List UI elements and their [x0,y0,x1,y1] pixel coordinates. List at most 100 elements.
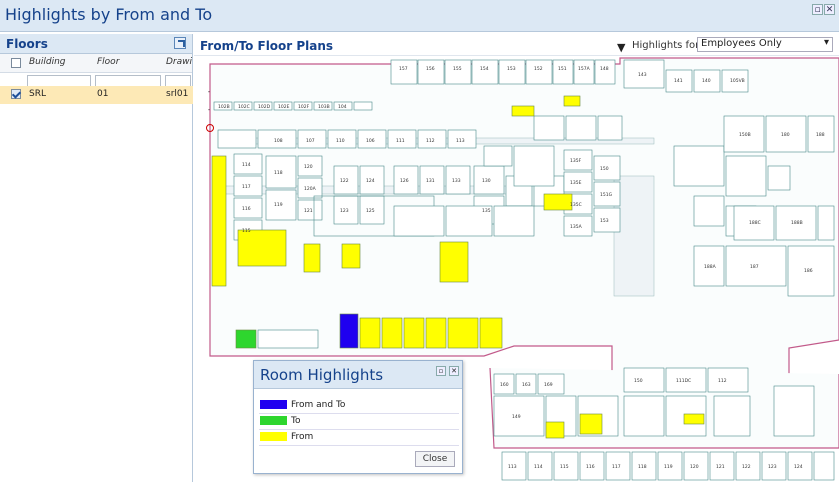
room-label: 122 [340,178,349,184]
room-label: 102E [278,104,290,110]
row-checkbox[interactable] [11,89,21,99]
room-label: 153 [600,218,609,224]
app-title: Highlights by From and To [5,5,213,24]
room-label: 163 [522,382,531,388]
room-label: 103B [318,104,330,110]
restore-button[interactable]: ▫ [812,4,823,15]
room-from-highlight [303,243,321,273]
room-label: 186 [804,268,813,274]
room-label: 116 [242,206,251,212]
room-label: 133 [452,178,461,184]
room-label: 106 [366,138,375,144]
highlights-select-value: Employees Only [701,38,782,49]
room-from-highlight [447,317,479,349]
room-label: 112 [426,138,435,144]
highlights-select[interactable]: Employees Only [697,37,833,52]
legend-item: From [259,430,459,446]
col-drawing[interactable]: Drawi [166,57,192,67]
room-label: 141 [674,78,683,84]
legend-label: From and To [291,400,346,410]
room-label: 105VB [730,78,745,84]
room-label: 160 [500,382,509,388]
room-from-highlight [211,155,227,287]
floors-title: Floors [6,37,48,51]
room-label: 123 [340,208,349,214]
room-label: 135C [570,202,582,208]
room-label: 102C [238,104,250,110]
room-label: 123 [768,464,777,470]
room-label: 157A [578,66,591,72]
room-label: 152 [534,66,543,72]
room-highlights-dialog: Room Highlights ▫ ✕ From and To To From … [253,360,463,474]
room-label: 114 [534,464,543,470]
room-label: 121 [304,208,313,214]
room-label: 102F [298,104,310,110]
room-label: 131 [426,178,435,184]
room-label: 150 [634,378,643,384]
room-label: 135A [570,224,583,230]
floors-grid-header: Building Floor Drawi [0,54,192,73]
room-from-highlight [381,317,403,349]
col-building[interactable]: Building [29,57,66,67]
room-label: 153 [507,66,516,72]
room-label: 135F [570,158,582,164]
room-label: 188A [704,264,717,270]
room-label: 104 [338,104,347,110]
room-from-highlight [479,317,503,349]
highlights-label: Highlights for: [632,40,703,51]
col-floor[interactable]: Floor [97,57,119,67]
room-label: 118 [274,170,283,176]
row-floor: 01 [97,89,109,99]
room-label: 155 [453,66,462,72]
export-icon[interactable] [174,37,186,49]
room-from-highlight [579,413,603,435]
room-label: 114 [242,162,251,168]
room-label: 118 [638,464,647,470]
dialog-restore-button[interactable]: ▫ [436,366,446,376]
room-label: 112 [718,378,727,384]
room-label: 111DC [676,378,691,384]
room-from-highlight [341,243,361,269]
dialog-close-icon[interactable]: ✕ [449,366,459,376]
room-from-highlight [543,193,573,211]
room-label: 113 [456,138,465,144]
room-label: 150B [739,132,751,138]
room-label: 154 [480,66,489,72]
room-from-highlight [403,317,425,349]
room-label: 157 [399,66,408,72]
room-label: 187 [750,264,759,270]
room-label: 110 [336,138,345,144]
dropdown-arrow-icon[interactable]: ▼ [617,41,625,54]
dialog-title: Room Highlights [260,366,384,384]
room-label: 188B [791,220,803,226]
room-label: 180 [781,132,790,138]
room-label: 107 [306,138,315,144]
room-label: 102B [218,104,230,110]
close-button[interactable]: Close [415,451,455,467]
room-label: 117 [612,464,621,470]
room-label: 126 [400,178,409,184]
room-label: 125 [366,208,375,214]
floors-panel: Floors Building Floor Drawi SRL 01 srl01 [0,34,193,482]
room-label: 122 [742,464,751,470]
room-label: 148 [600,66,609,72]
legend-swatch-from [260,432,287,441]
room-label: 121 [716,464,725,470]
room-label: 117 [242,184,251,190]
select-all-checkbox[interactable] [11,58,21,68]
room-label: 124 [794,464,803,470]
close-icon[interactable]: ✕ [824,4,835,15]
legend-label: To [291,416,301,426]
room-label: 102D [258,104,271,110]
legend-swatch-to [260,416,287,425]
legend-item: From and To [259,398,459,414]
room-label: 115 [560,464,569,470]
title-bar: Highlights by From and To ▫ ✕ [0,0,839,32]
room-label: 150 [600,166,609,172]
room-to-highlight [235,329,257,349]
room-label: 140 [702,78,711,84]
room-label: 135 [482,208,491,214]
room-label: 188C [749,220,761,226]
table-row[interactable]: SRL 01 srl01 [0,86,193,104]
room-label: 151 [558,66,567,72]
